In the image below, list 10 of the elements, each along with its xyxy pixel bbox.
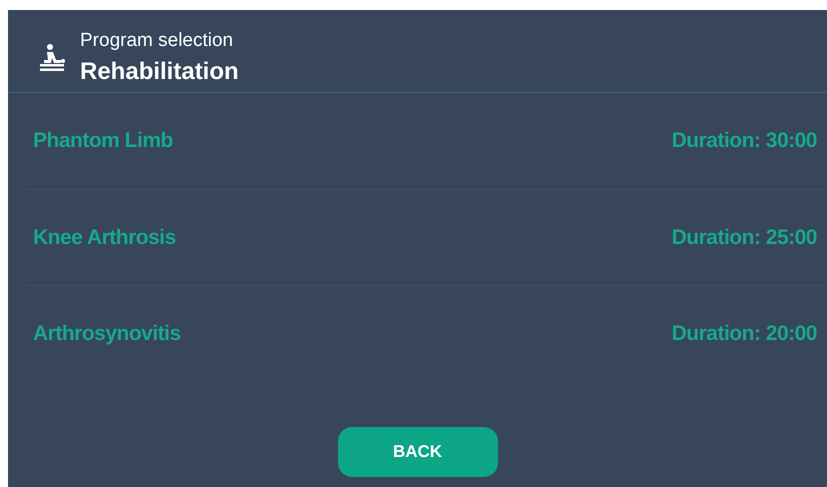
header-title: Rehabilitation [80,58,239,86]
program-name[interactable]: Phantom Limb [33,129,173,153]
program-name[interactable]: Arthrosynovitis [33,322,181,346]
header-subtitle: Program selection [80,30,234,52]
program-name[interactable]: Knee Arthrosis [33,226,176,250]
back-button[interactable]: BACK [338,427,498,477]
program-duration: Duration: 25:00 [672,226,817,250]
program-duration: Duration: 20:00 [672,322,817,346]
massage-therapy-icon [38,43,66,73]
program-duration: Duration: 30:00 [672,129,817,153]
